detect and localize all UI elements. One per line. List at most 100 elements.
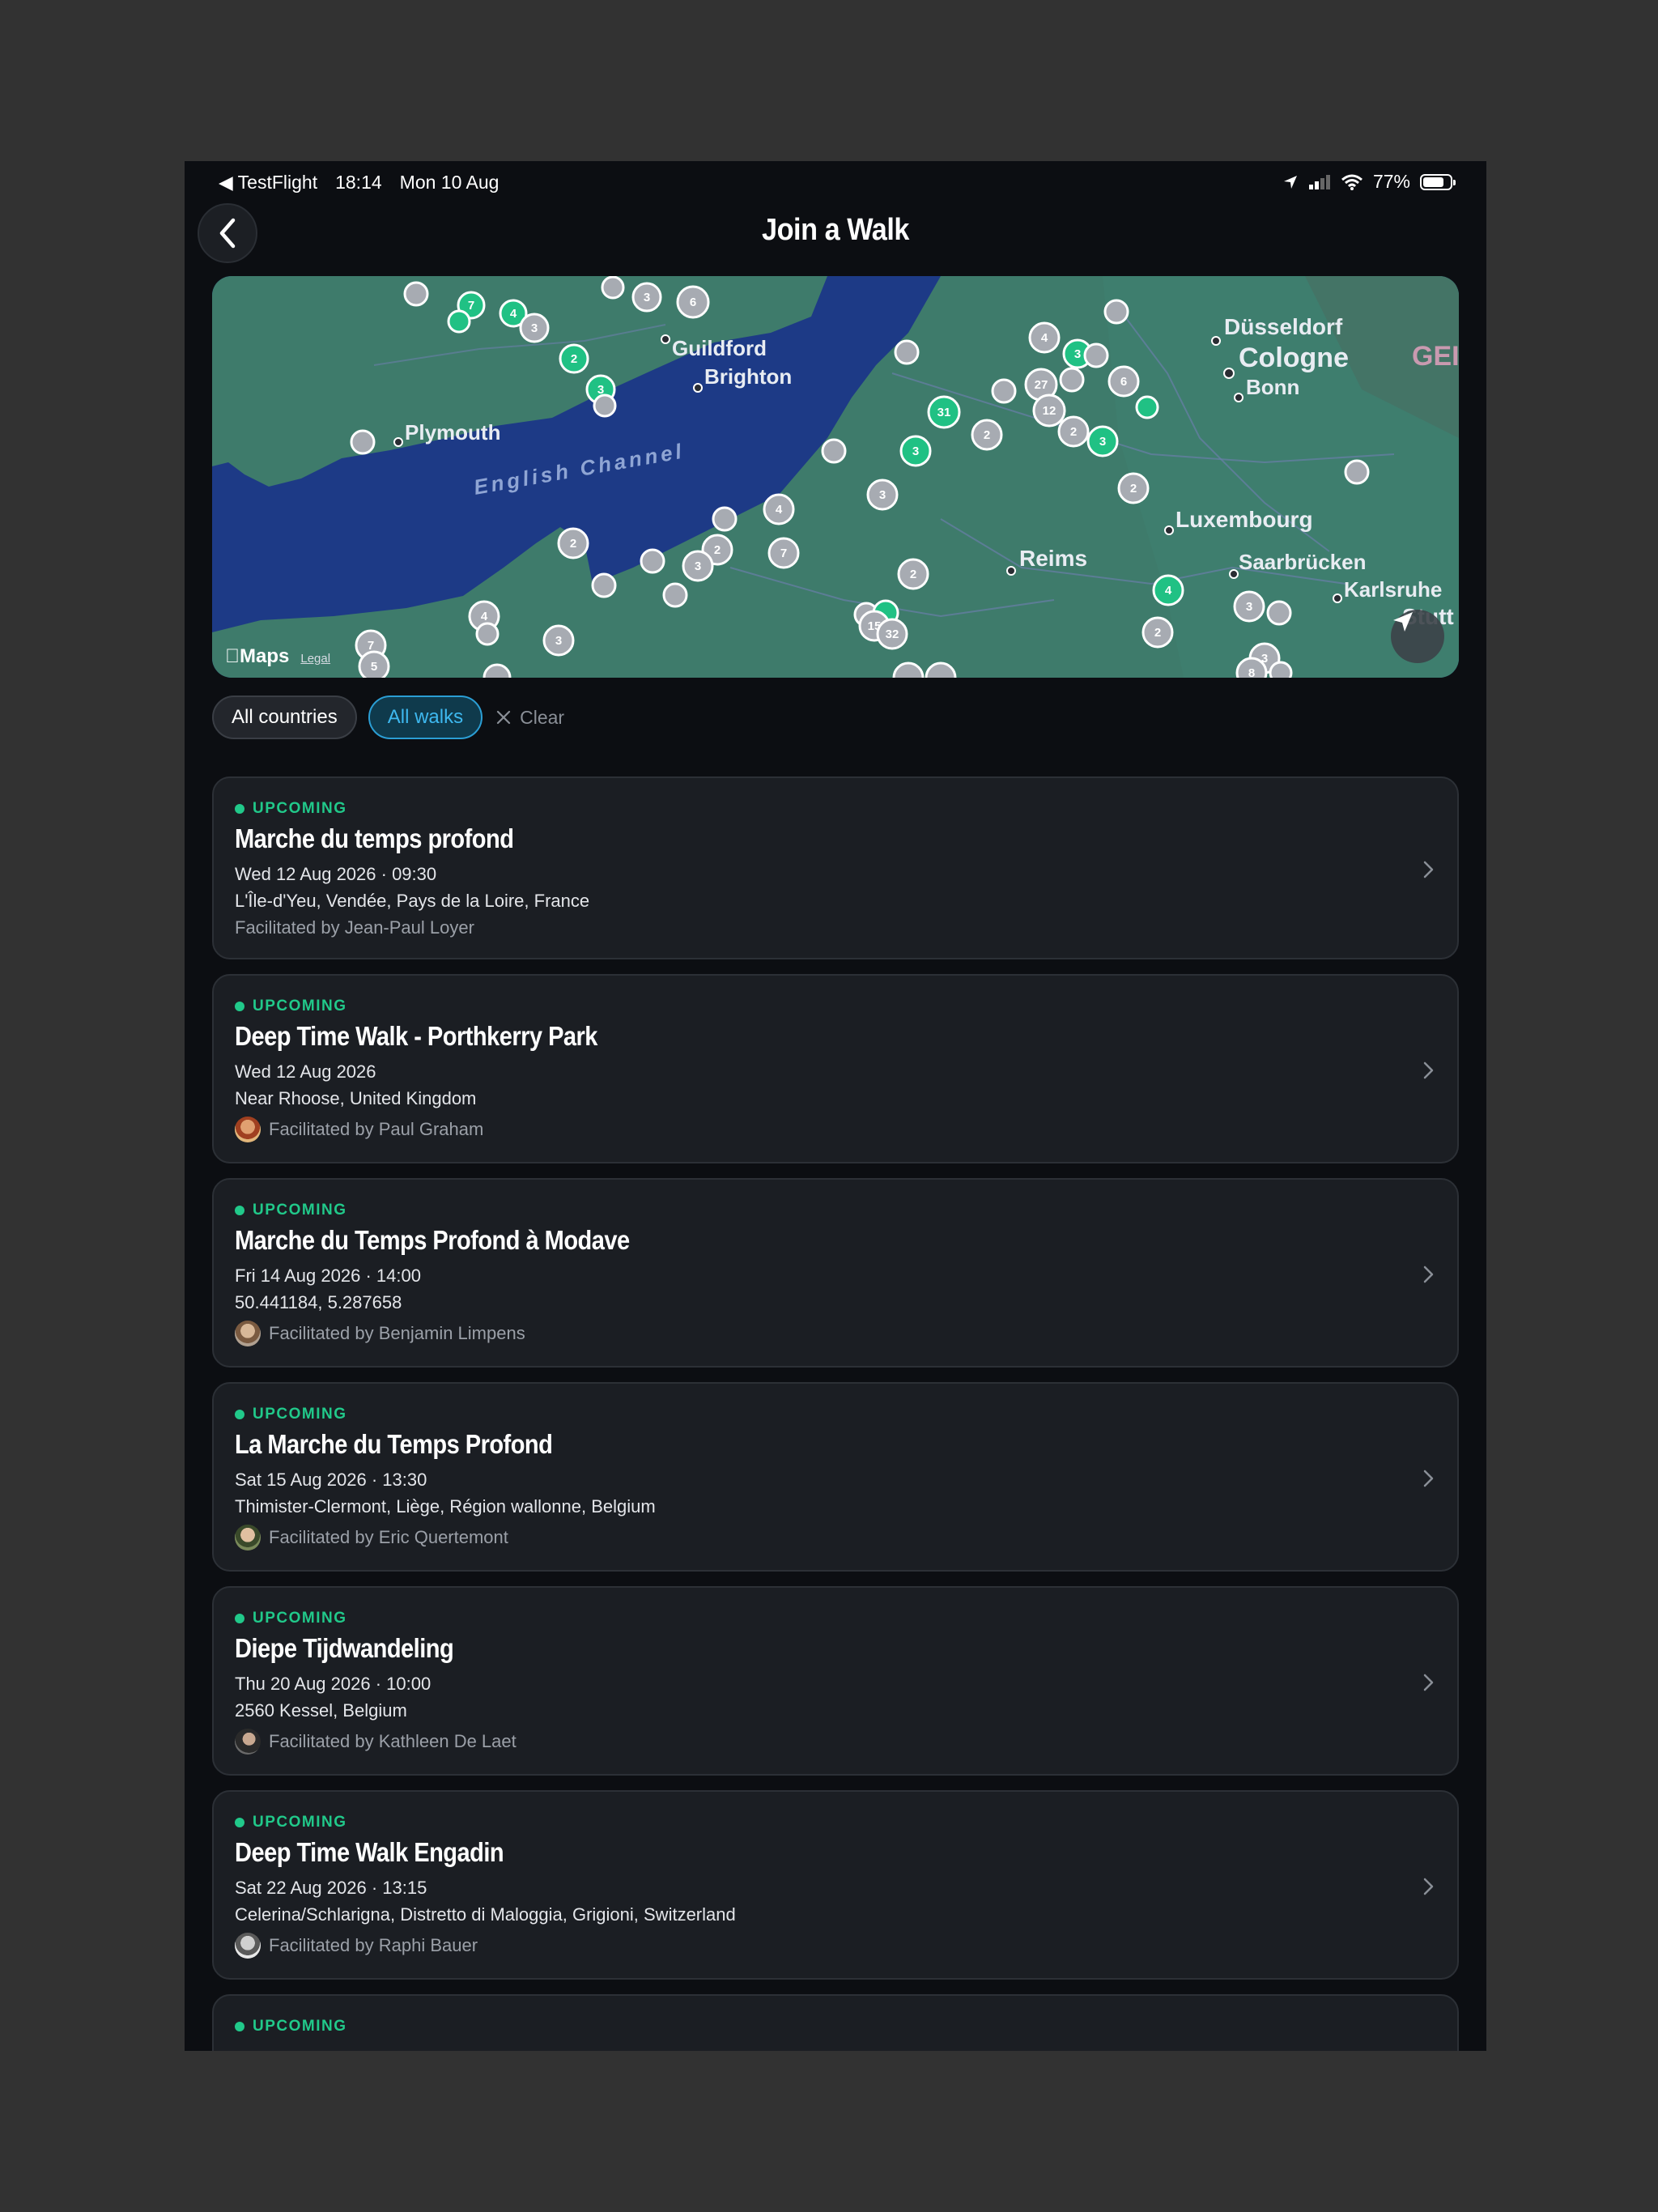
map-cluster[interactable]: 3 xyxy=(519,313,550,343)
svg-text:2: 2 xyxy=(1070,425,1077,439)
map-label-germany: GEI xyxy=(1412,341,1459,372)
map-cluster[interactable]: 2 xyxy=(1057,415,1090,448)
walk-card[interactable]: UPCOMING Marche du temps profond Wed 12 … xyxy=(212,776,1459,959)
status-badge: UPCOMING xyxy=(235,1814,347,1831)
map-cluster[interactable]: 32 xyxy=(876,618,908,650)
svg-text:4: 4 xyxy=(1165,584,1172,598)
map-cluster[interactable]: 6 xyxy=(676,285,710,319)
walk-location: 2560 Kessel, Belgium xyxy=(235,1700,407,1721)
walk-facilitator: Facilitated by Jean-Paul Loyer xyxy=(235,917,474,938)
map-cluster[interactable]: 2 xyxy=(1141,616,1174,649)
walk-location: L'Île-d'Yeu, Vendée, Pays de la Loire, F… xyxy=(235,891,590,911)
map-cluster[interactable]: 5 xyxy=(358,650,390,678)
map-cluster[interactable] xyxy=(640,548,665,574)
map-cluster[interactable] xyxy=(1135,395,1159,419)
svg-text:3: 3 xyxy=(1246,600,1252,614)
walk-card[interactable]: UPCOMING Deep Time Walk - Porthkerry Par… xyxy=(212,974,1459,1163)
map-cluster[interactable]: 3 xyxy=(1233,590,1265,623)
app-screen: ◀ TestFlight 18:14 Mon 10 Aug 77% Join a… xyxy=(185,161,1486,2051)
map-cluster[interactable]: 3 xyxy=(899,435,932,467)
walk-facilitator: Facilitated by Raphi Bauer xyxy=(235,1933,478,1959)
map-cluster[interactable] xyxy=(662,582,688,608)
map-cluster[interactable] xyxy=(821,438,847,464)
map-cluster[interactable] xyxy=(712,506,738,532)
map-cluster[interactable]: 4 xyxy=(1152,574,1184,606)
map-cluster[interactable]: 2 xyxy=(897,558,929,590)
walk-date: Wed 12 Aug 2026 xyxy=(235,1061,376,1082)
map-cluster[interactable]: 2 xyxy=(971,419,1003,451)
map-cluster[interactable]: 31 xyxy=(927,395,961,429)
walks-filter-chip[interactable]: All walks xyxy=(368,696,483,739)
map-cluster[interactable]: 6 xyxy=(1107,365,1140,398)
map-cluster[interactable]: 2 xyxy=(559,343,589,374)
locate-me-button[interactable] xyxy=(1391,610,1444,663)
walks-map[interactable]: Guildford Brighton Plymouth English Chan… xyxy=(212,276,1459,678)
map-cluster[interactable] xyxy=(1344,459,1370,485)
map-cluster[interactable]: 3 xyxy=(682,550,714,582)
map-cluster[interactable] xyxy=(591,572,617,598)
walk-card[interactable]: UPCOMING La Marche du Temps Profond Sat … xyxy=(212,1382,1459,1572)
map-cluster[interactable]: 3 xyxy=(866,479,899,511)
walk-location: Celerina/Schlarigna, Distretto di Malogg… xyxy=(235,1904,736,1925)
map-cluster[interactable]: 12 xyxy=(1032,393,1066,428)
back-to-app-link[interactable]: ◀ TestFlight xyxy=(219,172,317,194)
city-dot xyxy=(661,334,670,344)
map-cluster[interactable]: 2 xyxy=(1117,472,1150,504)
map-cluster[interactable]: 3 xyxy=(631,282,662,313)
map-label-guildford: Guildford xyxy=(672,336,767,360)
location-arrow-icon xyxy=(1393,612,1413,632)
svg-text:7: 7 xyxy=(368,639,374,653)
chevron-right-icon xyxy=(1423,861,1434,878)
map-cluster[interactable]: 3 xyxy=(542,624,575,657)
map-cluster[interactable]: 4 xyxy=(763,493,795,525)
map-legal-link[interactable]: Legal xyxy=(300,652,330,666)
map-cluster[interactable] xyxy=(593,393,617,418)
cellular-signal-icon xyxy=(1308,174,1330,189)
clear-filters-button[interactable]: Clear xyxy=(495,707,564,729)
walk-date: Fri 14 Aug 2026 · 14:00 xyxy=(235,1266,421,1286)
avatar xyxy=(235,1525,261,1551)
walk-card[interactable]: UPCOMING Deep Time Walk Engadin Sat 22 A… xyxy=(212,1790,1459,1980)
svg-text:2: 2 xyxy=(571,352,577,366)
map-cluster[interactable]: 8 xyxy=(1235,657,1268,678)
map-cluster[interactable] xyxy=(1059,367,1085,393)
svg-text:31: 31 xyxy=(937,406,951,419)
status-badge: UPCOMING xyxy=(235,998,347,1015)
walk-title: La Marche du Temps Profond xyxy=(235,1429,553,1459)
map-cluster[interactable] xyxy=(403,281,429,307)
status-badge: UPCOMING xyxy=(235,800,347,818)
map-canvas[interactable]: Guildford Brighton Plymouth English Chan… xyxy=(212,276,1459,678)
map-cluster[interactable] xyxy=(475,622,500,646)
map-cluster[interactable] xyxy=(1103,299,1129,325)
map-cluster[interactable] xyxy=(447,309,471,334)
map-cluster[interactable] xyxy=(1266,600,1292,626)
walk-card[interactable]: UPCOMING xyxy=(212,1994,1459,2051)
map-cluster[interactable] xyxy=(350,429,376,455)
walk-card[interactable]: UPCOMING Diepe Tijdwandeling Thu 20 Aug … xyxy=(212,1586,1459,1776)
map-cluster[interactable]: 3 xyxy=(1086,425,1119,457)
svg-text:3: 3 xyxy=(531,321,538,335)
status-time: 18:14 xyxy=(335,172,382,193)
city-dot xyxy=(1211,336,1221,346)
svg-text:2: 2 xyxy=(910,568,916,581)
map-cluster[interactable]: 4 xyxy=(1028,321,1061,354)
walk-facilitator: Facilitated by Paul Graham xyxy=(235,1117,483,1142)
status-badge: UPCOMING xyxy=(235,1202,347,1219)
map-cluster[interactable] xyxy=(991,378,1017,404)
page-title: Join a Walk xyxy=(762,213,909,247)
map-cluster[interactable]: 2 xyxy=(557,527,589,559)
svg-text:4: 4 xyxy=(776,503,783,517)
map-cluster[interactable]: 7 xyxy=(767,537,800,569)
walk-card[interactable]: UPCOMING Marche du Temps Profond à Modav… xyxy=(212,1178,1459,1368)
svg-text:6: 6 xyxy=(1120,375,1127,389)
walk-title: Deep Time Walk Engadin xyxy=(235,1837,504,1867)
country-filter-chip[interactable]: All countries xyxy=(212,696,357,739)
svg-text:3: 3 xyxy=(912,445,919,458)
walk-date: Wed 12 Aug 2026 · 09:30 xyxy=(235,864,437,884)
map-cluster[interactable] xyxy=(1083,342,1109,368)
map-cluster[interactable] xyxy=(601,276,625,300)
map-cluster[interactable] xyxy=(1269,661,1293,678)
city-dot xyxy=(1234,393,1244,402)
map-cluster[interactable] xyxy=(894,339,920,365)
back-button[interactable] xyxy=(198,203,257,263)
